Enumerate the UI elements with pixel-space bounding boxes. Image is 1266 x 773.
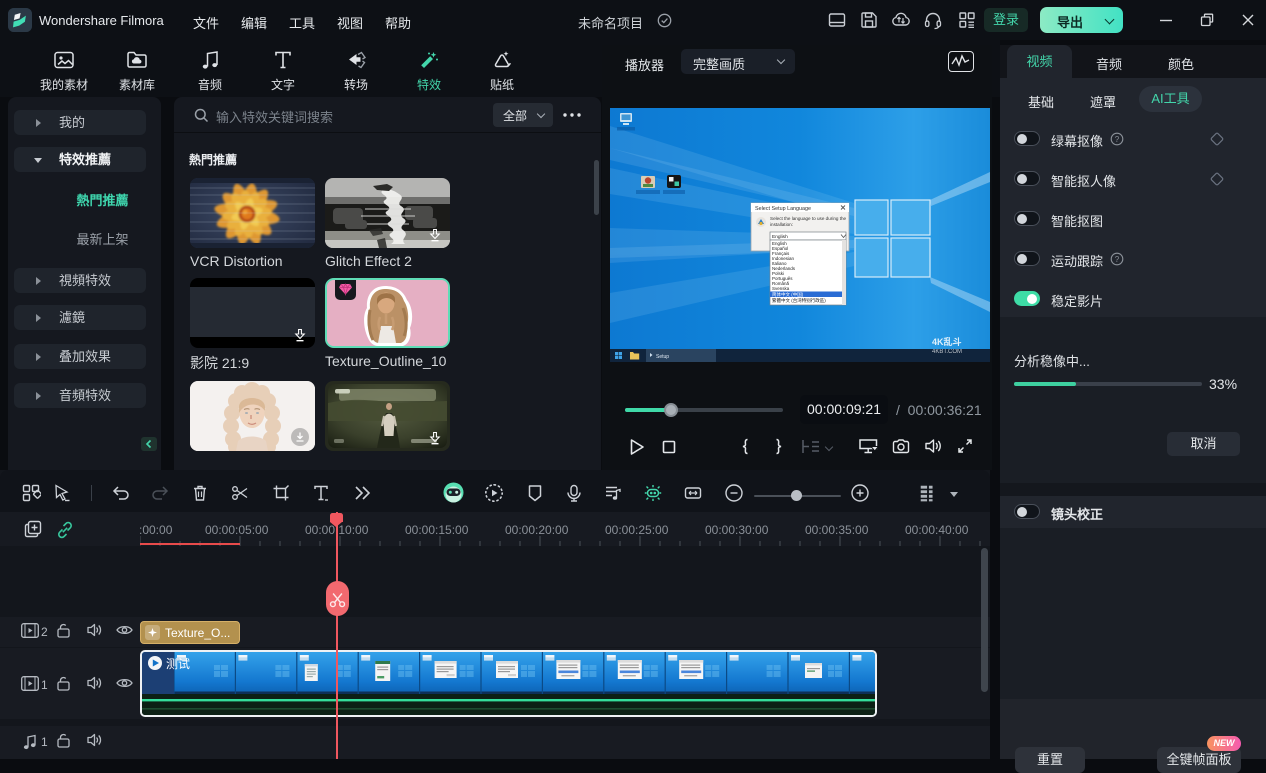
svg-text:Svenska: Svenska bbox=[772, 286, 790, 291]
svg-text:English: English bbox=[772, 234, 788, 240]
svg-text:繁體中文 (台湾特别行政區): 繁體中文 (台湾特别行政區) bbox=[772, 297, 826, 304]
svg-text:Select the language to use dur: Select the language to use during the bbox=[770, 216, 847, 221]
svg-text:installation:: installation: bbox=[770, 222, 793, 227]
svg-text:?: ? bbox=[1115, 255, 1120, 264]
svg-text:Setup: Setup bbox=[656, 354, 669, 360]
svg-text:4K乱斗: 4K乱斗 bbox=[932, 336, 962, 347]
svg-text:4KBT.COM: 4KBT.COM bbox=[932, 349, 962, 355]
svg-text:简体中文 (中国): 简体中文 (中国) bbox=[772, 291, 804, 298]
svg-text:Select Setup Language: Select Setup Language bbox=[755, 206, 811, 212]
svg-text:测试: 测试 bbox=[166, 656, 190, 671]
svg-text:?: ? bbox=[1115, 135, 1120, 144]
